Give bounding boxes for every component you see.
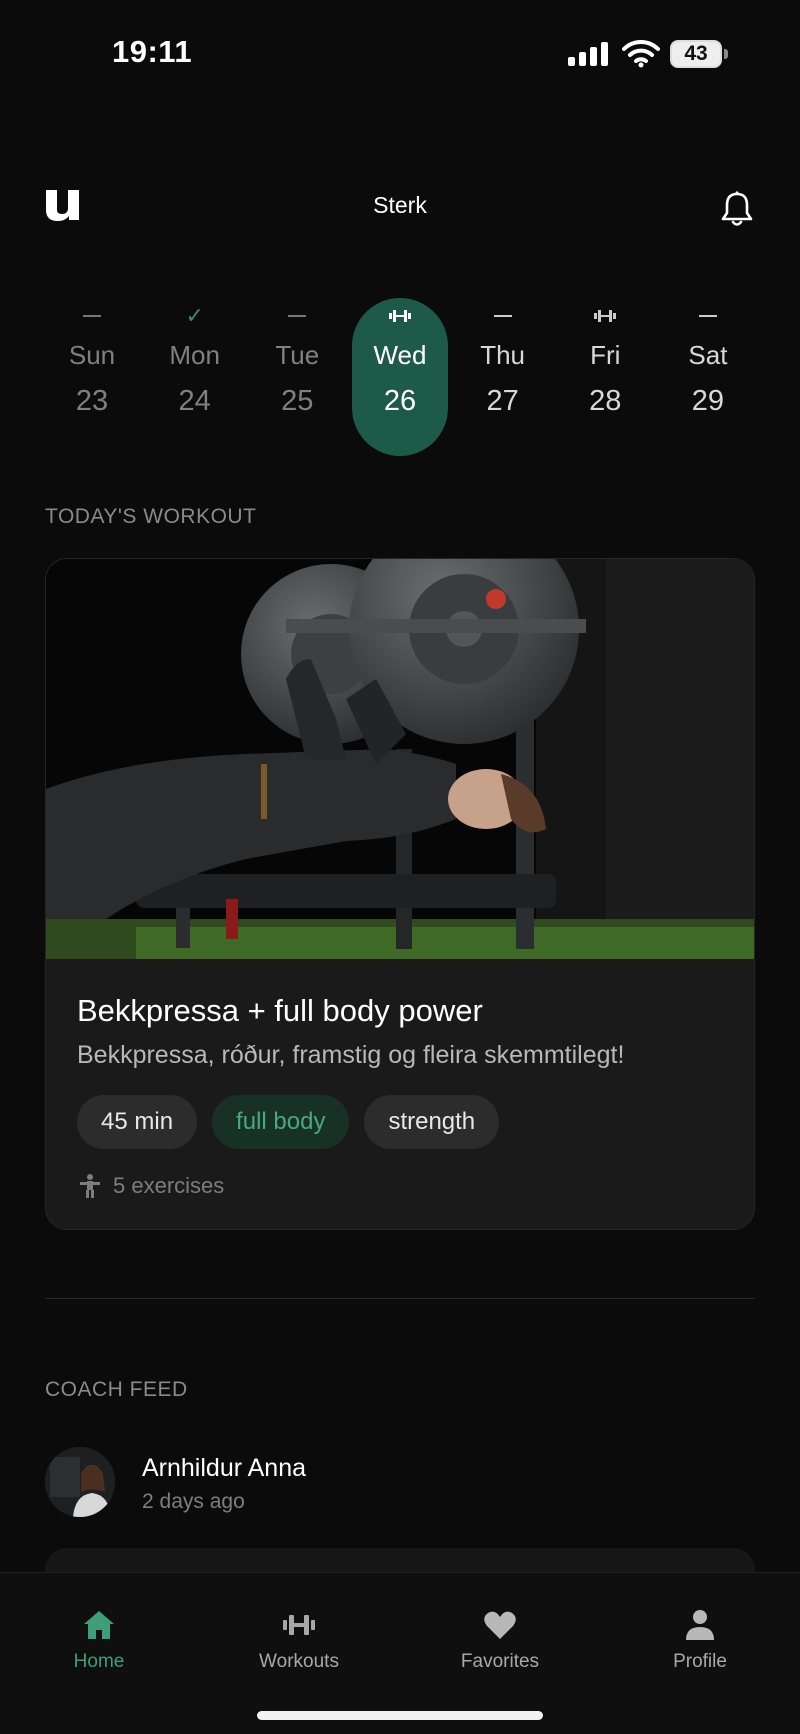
exercise-count-row: 5 exercises xyxy=(77,1173,224,1199)
workout-card[interactable]: Bekkpressa + full body power Bekkpressa,… xyxy=(45,558,755,1230)
app-title: Sterk xyxy=(373,192,427,218)
tab-label: Workouts xyxy=(259,1651,339,1672)
day-number: 27 xyxy=(486,385,519,417)
tab-label: Favorites xyxy=(460,1651,540,1672)
avatar[interactable] xyxy=(45,1447,115,1517)
battery-icon: 43 xyxy=(670,40,722,68)
battery-level: 43 xyxy=(684,42,708,65)
workout-tags: 45 min full body strength xyxy=(77,1095,500,1149)
rest-dash-icon xyxy=(83,315,101,317)
day-sun[interactable]: Sun 23 xyxy=(44,298,140,456)
cellular-signal-icon xyxy=(568,42,610,66)
dumbbell-icon xyxy=(283,1615,315,1635)
day-number: 24 xyxy=(178,385,211,417)
workout-title: Bekkpressa + full body power xyxy=(77,993,483,1028)
day-name: Tue xyxy=(275,340,320,370)
workout-subtitle: Bekkpressa, róður, framstig og fleira sk… xyxy=(77,1041,625,1069)
coach-feed-label: COACH FEED xyxy=(45,1378,188,1401)
day-name: Sat xyxy=(688,340,728,370)
heart-icon xyxy=(484,1611,516,1639)
tag-strength: strength xyxy=(364,1095,500,1149)
tab-profile[interactable]: Profile xyxy=(620,1609,780,1673)
home-indicator[interactable] xyxy=(257,1711,543,1720)
coach-name[interactable]: Arnhildur Anna xyxy=(142,1454,306,1483)
home-icon xyxy=(84,1611,114,1639)
bottom-tab-bar: Home Workouts Favorites Profile xyxy=(0,1572,800,1734)
rest-dash-icon xyxy=(493,315,512,317)
tab-favorites[interactable]: Favorites xyxy=(420,1609,580,1673)
tag-full-body: full body xyxy=(212,1095,350,1149)
workout-hero-image xyxy=(46,559,754,959)
day-sat[interactable]: Sat 29 xyxy=(660,298,756,456)
day-wed-selected[interactable]: Wed 26 xyxy=(351,298,448,456)
exercise-person-icon xyxy=(80,1174,100,1198)
day-fri[interactable]: Fri 28 xyxy=(557,298,653,456)
day-thu[interactable]: Thu 27 xyxy=(455,298,551,456)
dumbbell-icon xyxy=(594,310,617,322)
todays-workout-label: TODAY'S WORKOUT xyxy=(45,505,257,528)
home-screen: 19:11 43 Sterk Sun 23 ✓ Mon 24 Tue 25 We… xyxy=(0,0,800,1734)
day-number: 28 xyxy=(589,385,622,417)
bell-icon[interactable] xyxy=(720,190,754,228)
exercise-count: 5 exercises xyxy=(113,1173,225,1198)
post-timestamp: 2 days ago xyxy=(142,1490,245,1513)
status-time: 19:11 xyxy=(112,34,193,69)
day-name: Fri xyxy=(590,340,621,370)
tag-duration: 45 min xyxy=(77,1095,198,1149)
status-bar: 19:11 43 xyxy=(0,0,800,110)
tab-home[interactable]: Home xyxy=(19,1609,179,1673)
rest-dash-icon xyxy=(698,315,717,317)
tab-workouts[interactable]: Workouts xyxy=(219,1609,379,1673)
day-name: Sun xyxy=(68,340,116,370)
rest-dash-icon xyxy=(288,315,307,317)
day-tue[interactable]: Tue 25 xyxy=(249,298,345,456)
day-name: Mon xyxy=(169,340,220,370)
coach-avatar-image xyxy=(45,1447,115,1517)
day-name: Thu xyxy=(480,340,526,370)
day-number: 26 xyxy=(383,385,417,417)
week-strip: Sun 23 ✓ Mon 24 Tue 25 Wed 26 Thu 27 Fri… xyxy=(44,298,756,456)
tab-label: Home xyxy=(73,1651,125,1672)
dumbbell-icon xyxy=(388,310,411,322)
battery-tip xyxy=(724,49,728,59)
section-divider xyxy=(45,1298,755,1299)
day-name: Wed xyxy=(373,340,427,370)
day-mon[interactable]: ✓ Mon 24 xyxy=(147,298,243,456)
day-number: 29 xyxy=(691,385,725,417)
day-number: 23 xyxy=(75,385,109,417)
tab-label: Profile xyxy=(673,1651,727,1672)
day-number: 25 xyxy=(281,385,314,417)
checkmark-icon: ✓ xyxy=(185,303,204,328)
person-icon xyxy=(686,1610,714,1640)
wifi-icon xyxy=(622,39,660,68)
